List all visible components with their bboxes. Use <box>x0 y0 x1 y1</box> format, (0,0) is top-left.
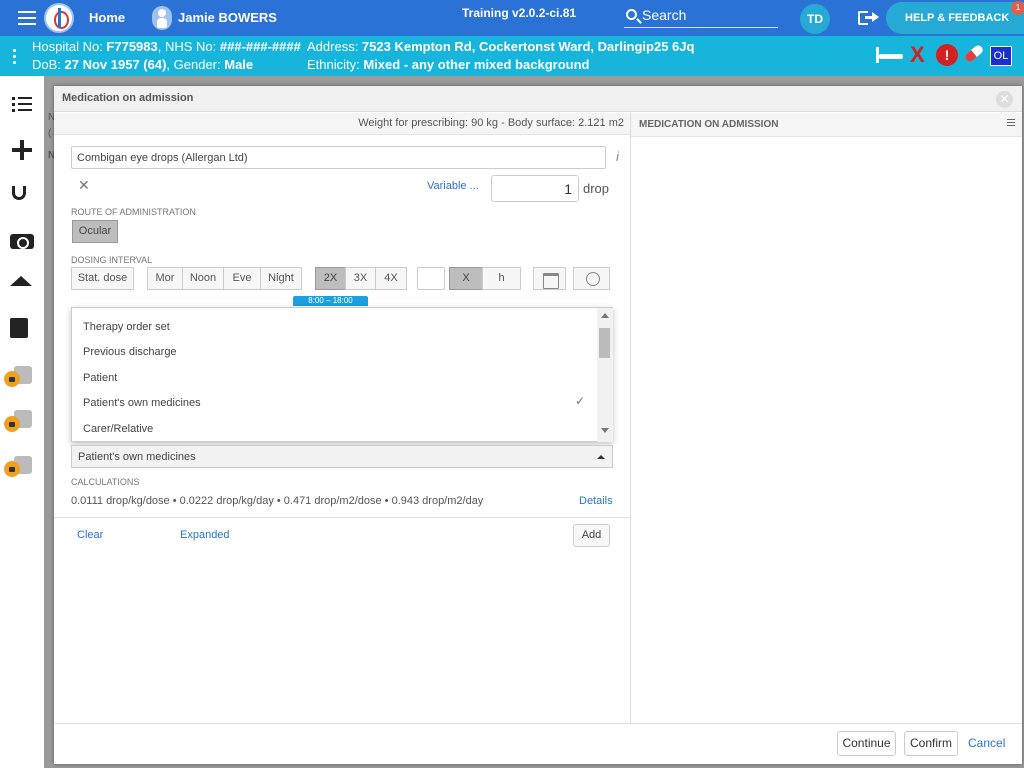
drug-input[interactable]: Combigan eye drops (Allergan Ltd) <box>71 146 606 169</box>
stat-dose-button[interactable]: Stat. dose <box>71 267 134 290</box>
weight-text: Weight for prescribing: 90 kg - Body sur… <box>358 117 624 129</box>
patient-name-link[interactable]: Jamie BOWERS <box>178 10 277 25</box>
route-ocular-button[interactable]: Ocular <box>72 220 118 243</box>
continue-button[interactable]: Continue <box>837 731 896 756</box>
confirm-button[interactable]: Confirm <box>904 731 958 756</box>
lock-icon <box>4 416 20 432</box>
dose-input[interactable]: 1 <box>491 175 579 202</box>
add-button[interactable]: Add <box>573 524 610 547</box>
background-text: ( <box>48 128 52 139</box>
check-icon: ✓ <box>575 394 586 408</box>
list-menu-icon[interactable] <box>1007 119 1015 128</box>
top-bar: Home Jamie BOWERS Training v2.0.2-ci.81 … <box>0 0 1024 36</box>
medication-modal: Medication on admission ✕ Weight for pre… <box>54 86 1022 764</box>
clear-link[interactable]: Clear <box>77 529 103 541</box>
time-tooltip: 8:00 – 18:00 <box>293 296 368 306</box>
source-select-value: Patient's own medicines <box>78 451 196 463</box>
hours-button[interactable]: h <box>482 267 521 290</box>
times-x-button[interactable]: X <box>449 267 483 290</box>
dose-unit: drop <box>583 181 610 196</box>
dropdown-option[interactable]: Carer/Relative <box>83 423 153 435</box>
twice-daily-button[interactable]: 2X <box>315 267 346 290</box>
patient-banner: Hospital No: F775983, NHS No: ###-###-##… <box>0 36 1024 76</box>
search-placeholder: Search <box>642 7 687 23</box>
sidebar <box>0 76 44 768</box>
home-icon[interactable] <box>10 276 32 286</box>
menu-icon[interactable] <box>18 11 36 25</box>
search-input[interactable]: Search <box>624 6 778 28</box>
person-icon <box>152 6 172 30</box>
ol-badge[interactable]: OL <box>990 46 1012 66</box>
camera-icon[interactable] <box>10 234 34 249</box>
interval-label: DOSING INTERVAL <box>71 255 153 265</box>
right-panel-title: MEDICATION ON ADMISSION <box>639 119 779 130</box>
variable-link[interactable]: Variable ... <box>427 180 479 192</box>
pill-icon[interactable] <box>963 43 985 64</box>
divider <box>54 723 1022 724</box>
patient-ethnicity: Ethnicity: Mixed - any other mixed backg… <box>307 57 590 72</box>
calendar-icon[interactable] <box>533 267 566 290</box>
search-icon <box>626 9 637 20</box>
alert-icon[interactable]: ! <box>936 44 958 66</box>
plus-icon[interactable] <box>10 138 34 162</box>
lock-icon <box>4 371 20 387</box>
weight-bar: Weight for prescribing: 90 kg - Body sur… <box>54 113 630 135</box>
training-version: Training v2.0.2-ci.81 <box>462 6 577 20</box>
modal-title: Medication on admission <box>62 92 194 104</box>
details-link[interactable]: Details <box>579 495 613 507</box>
home-link[interactable]: Home <box>89 10 125 25</box>
divider <box>54 517 630 518</box>
lock-icon <box>4 461 20 477</box>
more-vertical-icon[interactable] <box>13 49 16 67</box>
help-feedback-button[interactable]: HELP & FEEDBACK <box>886 2 1024 34</box>
clear-x-icon[interactable]: ✕ <box>78 177 90 194</box>
right-panel-header: MEDICATION ON ADMISSION <box>631 113 1022 137</box>
expanded-link[interactable]: Expanded <box>180 529 230 541</box>
source-dropdown-list: Therapy order set Previous discharge Pat… <box>71 307 613 442</box>
app-logo-icon[interactable] <box>44 3 74 33</box>
document-edit-icon[interactable] <box>10 318 28 338</box>
notification-badge[interactable]: 1 <box>1011 1 1024 15</box>
source-select[interactable]: Patient's own medicines <box>71 445 613 468</box>
dropdown-option[interactable]: Patient <box>83 372 117 384</box>
calculations-text: 0.0111 drop/kg/dose • 0.0222 drop/kg/day… <box>71 495 484 507</box>
patient-address: Address: 7523 Kempton Rd, Cockertonst Wa… <box>307 39 695 54</box>
evening-button[interactable]: Eve <box>223 267 261 290</box>
custom-times-input[interactable] <box>417 267 445 290</box>
close-icon[interactable]: ✕ <box>996 91 1013 108</box>
morning-button[interactable]: Mor <box>147 267 183 290</box>
info-icon[interactable]: i <box>616 149 619 164</box>
clock-icon[interactable] <box>573 267 610 290</box>
user-avatar[interactable]: TD <box>800 4 830 34</box>
cancel-link[interactable]: Cancel <box>968 736 1005 750</box>
route-label: ROUTE OF ADMINISTRATION <box>71 207 196 217</box>
divider <box>630 113 631 723</box>
four-times-button[interactable]: 4X <box>375 267 407 290</box>
list-icon[interactable] <box>10 94 34 118</box>
night-button[interactable]: Night <box>260 267 302 290</box>
dropdown-option[interactable]: Previous discharge <box>83 346 177 358</box>
dropdown-option[interactable]: Therapy order set <box>83 321 170 333</box>
patient-dob-gender: DoB: 27 Nov 1957 (64), Gender: Male <box>32 57 254 72</box>
dropdown-scrollbar[interactable] <box>597 308 613 442</box>
calculations-label: CALCULATIONS <box>71 477 140 487</box>
logout-icon[interactable] <box>858 9 880 27</box>
stethoscope-icon[interactable] <box>12 186 26 200</box>
modal-header: Medication on admission ✕ <box>54 86 1022 112</box>
caret-up-icon <box>597 455 605 459</box>
patient-ids: Hospital No: F775983, NHS No: ###-###-##… <box>32 39 301 54</box>
bed-icon[interactable] <box>876 44 904 66</box>
three-times-button[interactable]: 3X <box>345 267 376 290</box>
noon-button[interactable]: Noon <box>182 267 224 290</box>
x-icon[interactable]: X <box>910 44 925 66</box>
dropdown-option-selected[interactable]: Patient's own medicines <box>83 397 201 409</box>
